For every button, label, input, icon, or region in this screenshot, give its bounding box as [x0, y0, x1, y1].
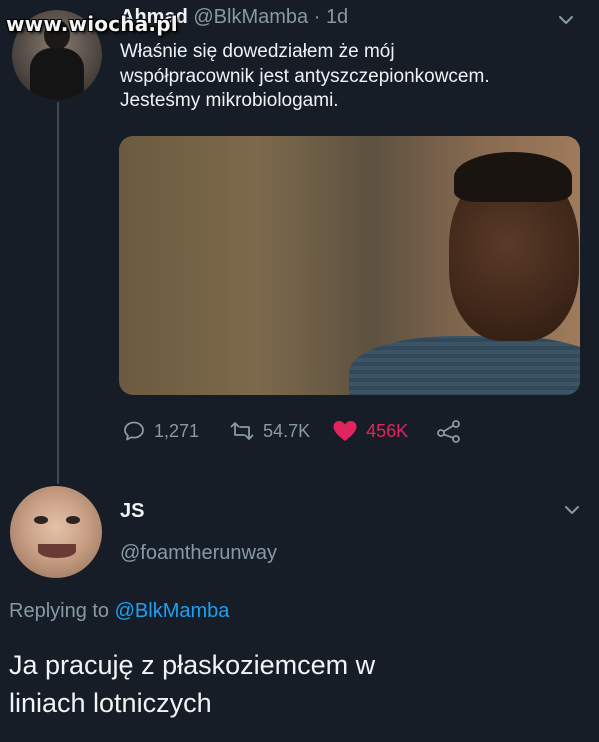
chevron-down-icon[interactable] [562, 500, 582, 520]
reply-text-line: Ja pracuję z płaskoziemcem w [9, 650, 376, 680]
reply-text-line: liniach lotniczych [9, 688, 212, 718]
share-button[interactable] [436, 419, 462, 443]
watermark: www.wiocha.pl [6, 12, 178, 36]
timestamp[interactable]: 1d [326, 6, 348, 28]
retweet-icon [229, 419, 255, 443]
user-handle[interactable]: @BlkMamba [193, 6, 308, 28]
replying-to: Replying to @BlkMamba [9, 600, 229, 623]
avatar[interactable] [10, 486, 102, 578]
tweet-image[interactable] [119, 136, 580, 395]
thread-line [57, 102, 59, 484]
tweet-text: Właśnie się dowedziałem że mój współprac… [120, 40, 580, 114]
tweet-actions: 1,271 54.7K 456K [122, 417, 462, 445]
replying-to-label: Replying to [9, 600, 110, 622]
mention-link[interactable]: @BlkMamba [115, 600, 230, 622]
reply-count: 1,271 [154, 420, 200, 441]
chevron-down-icon[interactable] [556, 10, 576, 30]
tweet-text-line: Jesteśmy mikrobiologami. [120, 90, 339, 111]
separator: · [313, 6, 321, 28]
tweet-text-line: Właśnie się dowedziałem że mój [120, 41, 395, 62]
display-name[interactable]: JS [120, 500, 144, 523]
like-button[interactable]: 456K [332, 419, 408, 443]
retweet-button[interactable]: 54.7K [229, 419, 310, 443]
retweet-count: 54.7K [263, 420, 311, 441]
like-count: 456K [366, 420, 409, 441]
reply-button[interactable]: 1,271 [122, 419, 199, 443]
tweet-text-line: współpracownik jest antyszczepionkowcem. [120, 65, 490, 87]
share-icon [436, 419, 462, 443]
heart-icon [332, 419, 358, 443]
reply-text: Ja pracuję z płaskoziemcem w liniach lot… [9, 646, 589, 722]
user-handle[interactable]: @foamtherunway [120, 542, 277, 565]
comment-icon [122, 419, 146, 443]
